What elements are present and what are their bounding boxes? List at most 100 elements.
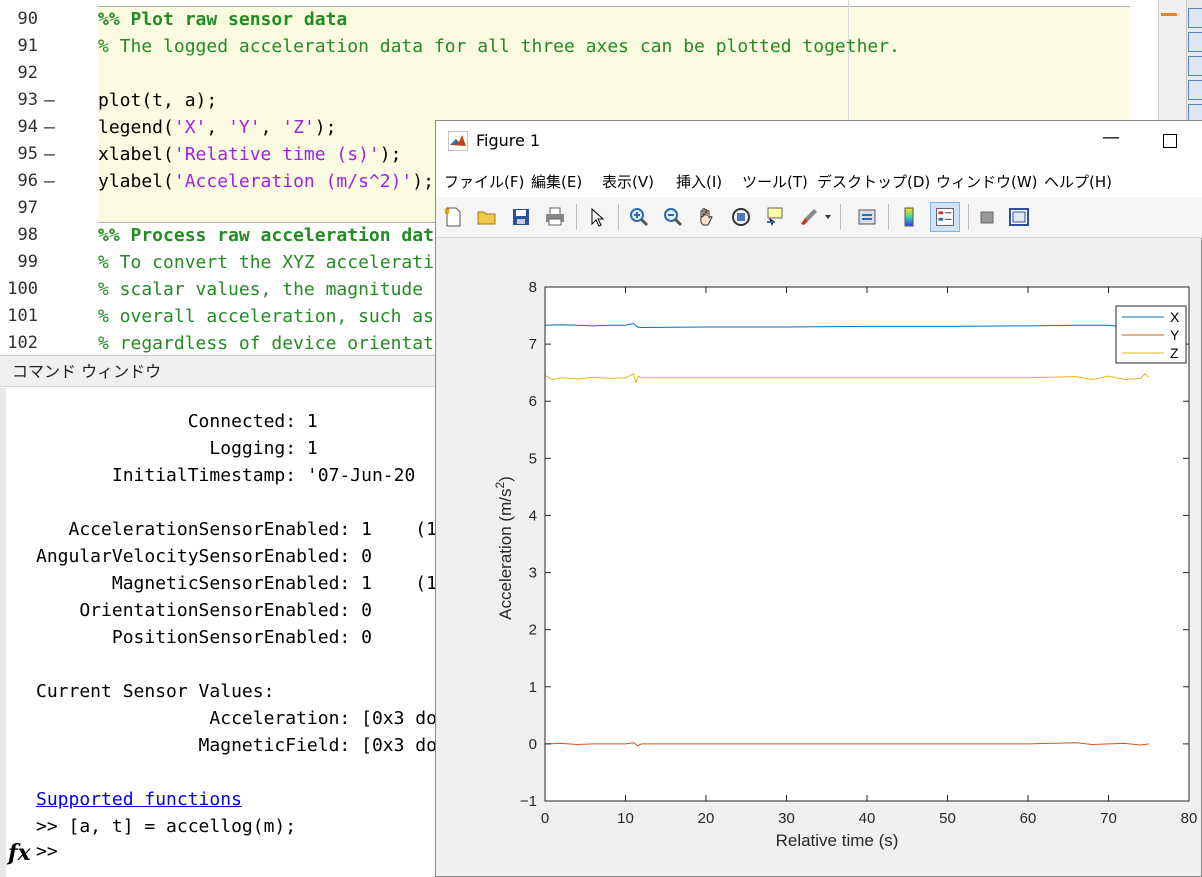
pan-hand-icon[interactable] [696,206,718,228]
line-number: 97 [17,198,38,218]
zoom-out-icon[interactable] [662,206,684,228]
zoom-in-icon[interactable] [628,206,650,228]
command-output-line: Connected: 1 [36,411,318,432]
warning-marker[interactable] [1161,13,1177,16]
show-plot-tools-icon[interactable] [1008,206,1030,228]
line-number: 101 [7,306,38,326]
matlab-logo-icon [448,131,468,151]
panel-icon[interactable] [1188,80,1202,100]
print-icon[interactable] [544,206,566,228]
x-tick-label: 20 [698,810,715,827]
select-pointer-icon[interactable] [586,206,608,228]
figure-menu-bar: ファイル(F) 編集(E) 表示(V) 挿入(I) ツール(T) デスクトップ(… [436,163,1202,197]
maximize-button[interactable] [1163,134,1177,148]
code-line[interactable]: 93– plot(t, a); [0,87,1130,114]
code-text: %% Plot raw sensor data [98,9,348,30]
code-text: % The logged acceleration data for all t… [98,36,900,57]
toolbar-separator [576,204,577,230]
toolbar-separator [888,204,889,230]
figure-window[interactable]: Figure 1 — ファイル(F) 編集(E) 表示(V) 挿入(I) ツール… [435,120,1202,877]
legend-label-x: X [1170,309,1180,325]
menu-window[interactable]: ウィンドウ(W) [936,171,1038,192]
figure-title: Figure 1 [476,131,541,150]
line-number: 99 [17,252,38,272]
menu-tools[interactable]: ツール(T) [742,171,808,192]
link-plot-icon[interactable] [856,206,878,228]
line-number: 95 [17,144,38,164]
line-number: 98 [17,225,38,245]
line-number: 96 [17,171,38,191]
colorbar-icon[interactable] [898,206,920,228]
x-tick-label: 80 [1181,810,1198,827]
command-window-header: コマンド ウィンドウ [0,355,436,387]
legend-label-z: Z [1170,345,1179,361]
chevron-down-icon[interactable] [824,213,832,221]
panel-icon[interactable] [1188,32,1202,52]
breakpoint-dash[interactable]: – [44,168,55,195]
new-figure-icon[interactable] [442,206,464,228]
breakpoint-dash[interactable]: – [44,87,55,114]
code-text: % regardless of device orientation [98,333,467,354]
x-tick-label: 0 [541,810,549,827]
x-tick-label: 60 [1020,810,1037,827]
menu-help[interactable]: ヘルプ(H) [1044,171,1112,192]
y-tick-label: 3 [529,565,537,582]
line-number: 90 [17,9,38,29]
code-text: %% Process raw acceleration dat [98,225,434,246]
code-text: % scalar values, the magnitude is [98,279,456,300]
code-text: plot(t, a); [98,90,218,111]
x-tick-label: 30 [778,810,795,827]
y-tick-label: 5 [529,450,537,467]
line-number: 92 [17,63,38,83]
x-tick-label: 40 [859,810,876,827]
menu-file[interactable]: ファイル(F) [444,171,524,192]
menu-edit[interactable]: 編集(E) [531,171,582,192]
y-tick-label: 1 [529,679,537,696]
y-tick-label: 7 [529,336,537,353]
menu-insert[interactable]: 挿入(I) [676,171,722,192]
code-line[interactable]: 91 % The logged acceleration data for all… [0,33,1130,60]
line-number: 94 [17,117,38,137]
save-icon[interactable] [510,206,532,228]
rotate-3d-icon[interactable] [730,206,752,228]
figure-title-bar[interactable]: Figure 1 — [436,121,1202,163]
code-line[interactable]: 90 %% Plot raw sensor data [0,6,1130,33]
command-output-line: MagneticField: [0x3 doubl [36,735,436,756]
panel-icon[interactable] [1188,8,1202,28]
line-chart[interactable]: 0 10 20 30 40 50 60 70 80−1012345678Relative tim… [436,238,1201,876]
hide-plot-tools-icon[interactable] [976,206,998,228]
menu-desktop[interactable]: デスクトップ(D) [817,171,930,192]
command-window[interactable]: Connected: 1 Logging: 1 InitialTimestamp… [0,388,436,877]
supported-functions-link[interactable]: Supported functions [36,786,242,813]
fx-icon[interactable]: fx [8,840,31,866]
command-output-line: Acceleration: [0x3 doubl [36,708,436,729]
plot-area[interactable]: 0 10 20 30 40 50 60 70 80 −1 0 1 2 3 4 5 6 7 8 Relative tim… [436,238,1201,876]
code-text: ylabel('Acceleration (m/s^2)'); [98,171,434,192]
x-tick-label: 70 [1100,810,1117,827]
data-cursor-icon[interactable] [764,206,786,228]
toolbar-separator [968,204,969,230]
line-number: 102 [7,333,38,353]
breakpoint-dash[interactable]: – [44,114,55,141]
legend-icon[interactable] [930,202,960,232]
menu-view[interactable]: 表示(V) [602,171,654,192]
panel-icon[interactable] [1188,56,1202,76]
code-line[interactable]: 92 [0,60,1130,87]
command-output-line: Logging: 1 [36,438,318,459]
minimize-button[interactable]: — [1096,127,1126,148]
x-tick-label: 10 [617,810,634,827]
command-prompt[interactable]: >> [36,841,58,862]
breakpoint-dash[interactable]: – [44,141,55,168]
code-text: legend('X', 'Y', 'Z'); [98,117,337,138]
code-text: xlabel('Relative time (s)'); [98,144,402,165]
axes-background [545,287,1189,801]
open-file-icon[interactable] [476,206,498,228]
figure-toolbar [436,197,1202,238]
toolbar-separator [618,204,619,230]
command-output-line: MagneticSensorEnabled: 1 (127 [36,573,436,594]
code-text: % To convert the XYZ acceleration [98,252,456,273]
command-output-line: PositionSensorEnabled: 0 [36,627,372,648]
y-tick-label: 6 [529,393,537,410]
brush-icon[interactable] [798,206,820,228]
command-output-line: OrientationSensorEnabled: 0 [36,600,372,621]
